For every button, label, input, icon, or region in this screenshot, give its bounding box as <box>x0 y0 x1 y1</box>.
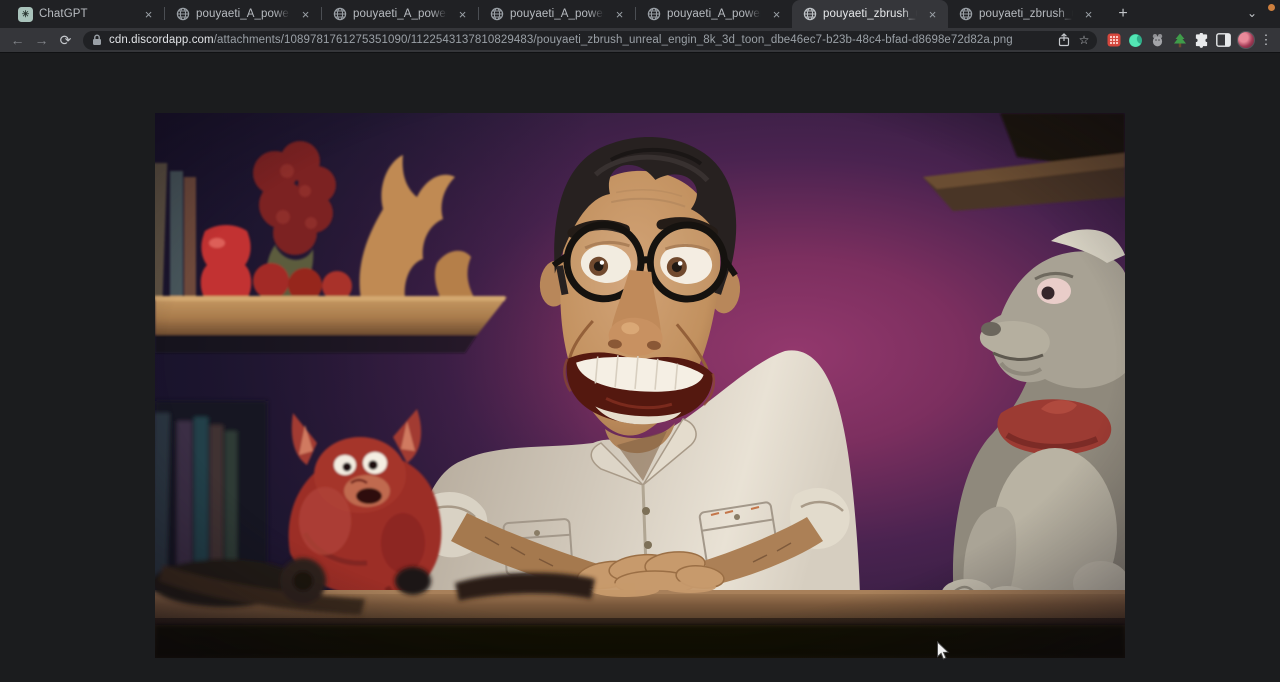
tab-pouyaeti-2[interactable]: pouyaeti_A_powerful_modern × <box>322 0 478 28</box>
reload-button[interactable]: ⟳ <box>54 30 77 51</box>
tab-title: pouyaeti_zbrush_unreal_engin <box>823 8 919 20</box>
profile-avatar[interactable] <box>1237 31 1255 49</box>
new-tab-button[interactable]: + <box>1110 1 1136 27</box>
side-panel-icon[interactable] <box>1213 30 1234 51</box>
tab-pouyaeti-zbrush-active[interactable]: pouyaeti_zbrush_unreal_engin × <box>792 0 948 28</box>
tab-title: pouyaeti_zbrush_unreal_engi <box>979 8 1075 20</box>
globe-favicon-icon <box>646 7 661 22</box>
artwork-vignette <box>155 113 1125 658</box>
globe-favicon-icon <box>175 7 190 22</box>
lock-icon[interactable] <box>92 34 102 46</box>
address-bar[interactable]: cdn.discordapp.com/attachments/108978176… <box>83 31 1097 50</box>
tab-close-icon[interactable]: × <box>298 7 313 22</box>
globe-favicon-icon <box>489 7 504 22</box>
url-path: /attachments/1089781761275351090/1122543… <box>214 34 1013 46</box>
tab-close-icon[interactable]: × <box>455 7 470 22</box>
bookmark-star-icon[interactable]: ☆ <box>1074 32 1094 49</box>
toolbar: ← → ⟳ cdn.discordapp.com/attachments/108… <box>0 28 1280 53</box>
tab-title: pouyaeti_A_powerful_modern <box>196 8 292 20</box>
tab-close-icon[interactable]: × <box>769 7 784 22</box>
forward-button[interactable]: → <box>30 30 53 51</box>
browser-window: ✳ ChatGPT × pouyaeti_A_powerful_modern ×… <box>0 0 1280 682</box>
artwork-canvas <box>155 113 1125 658</box>
url-domain: cdn.discordapp.com <box>109 34 214 46</box>
tab-title: pouyaeti_A_powerful_modern <box>510 8 606 20</box>
tab-pouyaeti-4[interactable]: pouyaeti_A_powerful_modern × <box>636 0 792 28</box>
browser-menu-icon[interactable]: ⋮ <box>1258 32 1274 48</box>
extensions-puzzle-icon[interactable] <box>1191 30 1212 51</box>
tab-list-chevron-icon[interactable]: ⌄ <box>1244 8 1260 24</box>
tab-pouyaeti-1[interactable]: pouyaeti_A_powerful_modern × <box>165 0 321 28</box>
share-icon[interactable] <box>1054 32 1074 49</box>
globe-favicon-icon <box>958 7 973 22</box>
tab-title: ChatGPT <box>39 8 135 20</box>
red-grid-extension-icon[interactable] <box>1103 30 1124 51</box>
tab-close-icon[interactable]: × <box>925 7 940 22</box>
tab-pouyaeti-3[interactable]: pouyaeti_A_powerful_modern × <box>479 0 635 28</box>
recording-indicator-dot <box>1268 4 1275 11</box>
chatgpt-favicon-icon: ✳ <box>18 7 33 22</box>
page-content <box>0 54 1280 682</box>
dark-reader-extension-icon[interactable] <box>1125 30 1146 51</box>
tab-chatgpt[interactable]: ✳ ChatGPT × <box>8 0 164 28</box>
back-button[interactable]: ← <box>6 30 29 51</box>
tab-close-icon[interactable]: × <box>1081 7 1096 22</box>
tab-close-icon[interactable]: × <box>612 7 627 22</box>
mouse-extension-icon[interactable] <box>1147 30 1168 51</box>
image-pouyaeti-artwork[interactable] <box>155 113 1125 658</box>
url-text: cdn.discordapp.com/attachments/108978176… <box>109 34 1054 46</box>
tab-title: pouyaeti_A_powerful_modern <box>353 8 449 20</box>
tab-close-icon[interactable]: × <box>141 7 156 22</box>
tab-title: pouyaeti_A_powerful_modern <box>667 8 763 20</box>
tab-pouyaeti-zbrush-2[interactable]: pouyaeti_zbrush_unreal_engi × <box>948 0 1104 28</box>
globe-favicon-icon <box>802 7 817 22</box>
globe-favicon-icon <box>332 7 347 22</box>
tab-strip: ✳ ChatGPT × pouyaeti_A_powerful_modern ×… <box>0 0 1280 28</box>
tree-extension-icon[interactable] <box>1169 30 1190 51</box>
